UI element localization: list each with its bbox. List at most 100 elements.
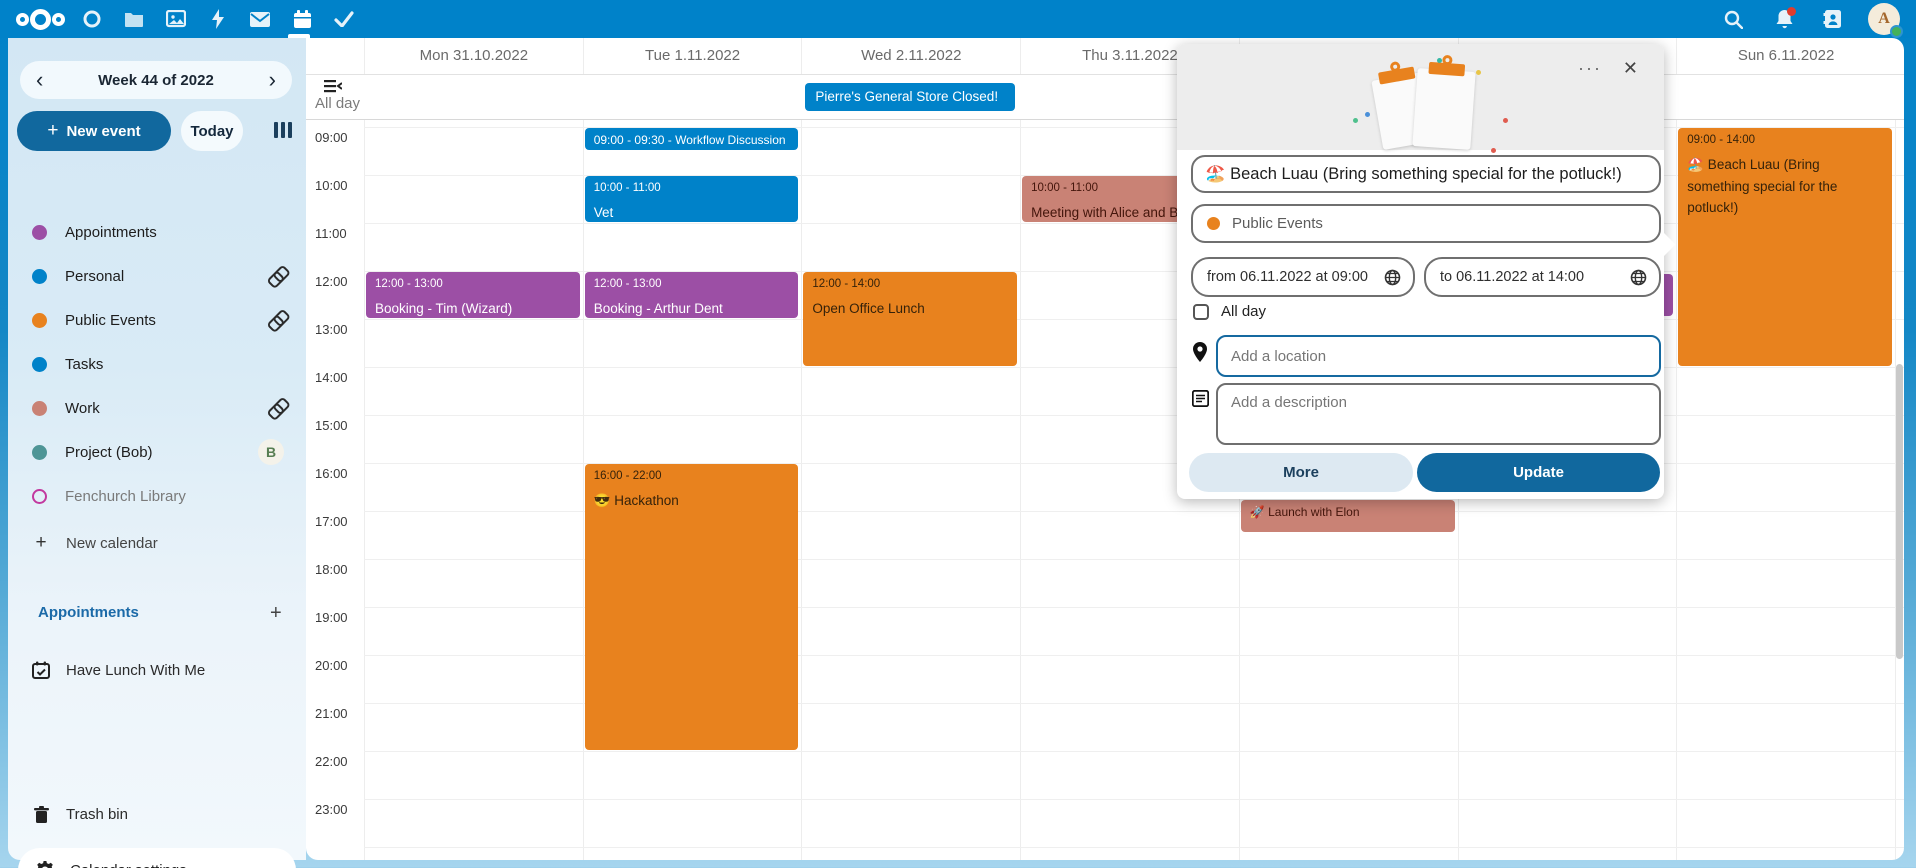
sidebar-calendar-fenchurch-library[interactable]: Fenchurch Library xyxy=(16,474,298,518)
calendar-label: Fenchurch Library xyxy=(65,488,298,505)
all-day-option[interactable]: All day xyxy=(1193,303,1266,320)
calendar-label: Work xyxy=(65,400,267,417)
trash-icon xyxy=(32,806,50,823)
calendar-color-dot xyxy=(32,357,47,372)
week-title: Week 44 of 2022 xyxy=(98,72,214,89)
event-title-input[interactable] xyxy=(1205,165,1647,184)
all-day-label: All day xyxy=(315,95,360,112)
activity-icon[interactable] xyxy=(197,0,239,38)
time-grid[interactable]: 09:0010:0011:0012:0013:0014:0015:0016:00… xyxy=(306,120,1904,860)
tasks-icon[interactable] xyxy=(323,0,365,38)
all-day-event[interactable]: Pierre's General Store Closed! xyxy=(805,83,1015,111)
sidebar-calendar-personal[interactable]: Personal xyxy=(16,254,298,298)
week-navigation: ‹ Week 44 of 2022 › xyxy=(20,61,292,99)
hour-line xyxy=(364,799,1904,800)
avatar[interactable]: A xyxy=(1868,3,1900,35)
close-icon[interactable]: ✕ xyxy=(1623,58,1638,79)
week-view-icon[interactable] xyxy=(274,120,296,140)
vertical-scrollbar[interactable] xyxy=(1896,364,1903,659)
new-calendar-button[interactable]: + New calendar xyxy=(16,523,298,563)
mail-icon[interactable] xyxy=(239,0,281,38)
event-time: 16:00 - 22:00 xyxy=(594,470,790,482)
shared-link-icon[interactable] xyxy=(267,400,284,417)
shared-link-icon[interactable] xyxy=(267,312,284,329)
event[interactable]: 09:00 - 14:00🏖️ Beach Luau (Bring someth… xyxy=(1678,128,1892,366)
sidebar-calendar-project-bob[interactable]: Project (Bob) B xyxy=(16,430,298,474)
event-time: 09:00 - 14:00 xyxy=(1687,134,1883,146)
add-appointment-button[interactable]: + xyxy=(262,600,290,627)
day-header: Sun 6.11.2022 xyxy=(1676,38,1895,74)
timezone-globe-icon[interactable] xyxy=(1630,269,1647,286)
time-label: 10:00 xyxy=(315,178,361,193)
location-input[interactable] xyxy=(1216,335,1661,377)
calendar-color-dot xyxy=(32,445,47,460)
today-button[interactable]: Today xyxy=(181,111,243,151)
dashboard-icon[interactable] xyxy=(71,0,113,38)
hour-line xyxy=(364,367,1904,368)
new-event-button[interactable]: + New event xyxy=(17,111,171,151)
notifications-icon[interactable] xyxy=(1763,0,1805,38)
contacts-icon[interactable] xyxy=(1812,0,1854,38)
sidebar-calendar-appointments[interactable]: Appointments xyxy=(16,210,298,254)
description-input[interactable] xyxy=(1216,383,1661,445)
hour-line xyxy=(364,751,1904,752)
start-datetime-value: from 06.11.2022 at 09:00 xyxy=(1207,269,1368,285)
location-pin-icon xyxy=(1192,342,1208,367)
start-datetime-field[interactable]: from 06.11.2022 at 09:00 xyxy=(1191,257,1415,297)
calendar-icon[interactable] xyxy=(281,0,323,38)
sidebar-calendar-tasks[interactable]: Tasks xyxy=(16,342,298,386)
trash-bin-button[interactable]: Trash bin xyxy=(16,794,298,834)
event-time: 12:00 - 13:00 xyxy=(594,278,790,290)
files-icon[interactable] xyxy=(113,0,155,38)
prev-week-button[interactable]: ‹ xyxy=(32,70,47,90)
description-icon xyxy=(1192,390,1209,412)
column-divider xyxy=(1020,120,1021,860)
day-header: Wed 2.11.2022 xyxy=(801,38,1020,74)
event[interactable]: 10:00 - 11:00Vet xyxy=(585,176,799,222)
day-header-row: Mon 31.10.2022Tue 1.11.2022Wed 2.11.2022… xyxy=(306,38,1904,75)
event[interactable]: 🚀 Launch with Elon xyxy=(1241,500,1455,532)
photos-icon[interactable] xyxy=(155,0,197,38)
more-button[interactable]: More xyxy=(1189,453,1413,492)
event-title-field[interactable] xyxy=(1191,155,1661,193)
calendar-week-view: Mon 31.10.2022Tue 1.11.2022Wed 2.11.2022… xyxy=(306,38,1904,860)
sidebar-calendar-public-events[interactable]: Public Events xyxy=(16,298,298,342)
all-day-checkbox-label: All day xyxy=(1221,303,1266,320)
timezone-globe-icon[interactable] xyxy=(1384,269,1401,286)
day-header: Tue 1.11.2022 xyxy=(583,38,802,74)
calendar-label: Appointments xyxy=(65,224,298,241)
collapse-all-day-icon[interactable] xyxy=(324,79,342,93)
calendar-color-dot xyxy=(32,489,47,504)
notification-badge xyxy=(1787,7,1796,16)
event-time: 12:00 - 13:00 xyxy=(375,278,571,290)
column-divider xyxy=(583,120,584,860)
event[interactable]: 09:00 - 09:30 - Workflow Discussion xyxy=(585,128,799,150)
next-week-button[interactable]: › xyxy=(265,70,280,90)
sidebar-calendar-work[interactable]: Work xyxy=(16,386,298,430)
event[interactable]: 12:00 - 14:00Open Office Lunch xyxy=(803,272,1017,366)
plus-icon: + xyxy=(32,532,50,554)
end-datetime-field[interactable]: to 06.11.2022 at 14:00 xyxy=(1424,257,1661,297)
event[interactable]: 12:00 - 13:00Booking - Tim (Wizard) xyxy=(366,272,580,318)
all-day-row: All day xyxy=(306,75,1904,120)
appointment-item-have-lunch[interactable]: Have Lunch With Me xyxy=(16,650,298,690)
time-label: 14:00 xyxy=(315,370,361,385)
sidebar: ‹ Week 44 of 2022 › + New event Today Ap… xyxy=(8,38,306,860)
nextcloud-logo[interactable] xyxy=(14,7,66,31)
column-divider xyxy=(364,120,365,860)
event-title: Vet xyxy=(594,202,790,222)
update-button[interactable]: Update xyxy=(1417,453,1660,492)
event[interactable]: 16:00 - 22:00😎 Hackathon xyxy=(585,464,799,750)
search-icon[interactable] xyxy=(1712,0,1754,38)
calendar-color-dot xyxy=(32,225,47,240)
calendar-settings-button[interactable]: Calendar settings xyxy=(18,848,296,868)
event[interactable]: 12:00 - 13:00Booking - Arthur Dent xyxy=(585,272,799,318)
event-title: 09:00 - 09:30 - Workflow Discussion xyxy=(594,132,790,149)
more-actions-icon[interactable]: ··· xyxy=(1578,58,1602,79)
time-gutter-spacer xyxy=(306,38,364,74)
shared-link-icon[interactable] xyxy=(267,268,284,285)
calendar-select[interactable]: Public Events xyxy=(1191,204,1661,243)
calendar-color-dot xyxy=(1207,217,1220,230)
plus-icon: + xyxy=(47,120,58,142)
all-day-checkbox[interactable] xyxy=(1193,304,1209,320)
